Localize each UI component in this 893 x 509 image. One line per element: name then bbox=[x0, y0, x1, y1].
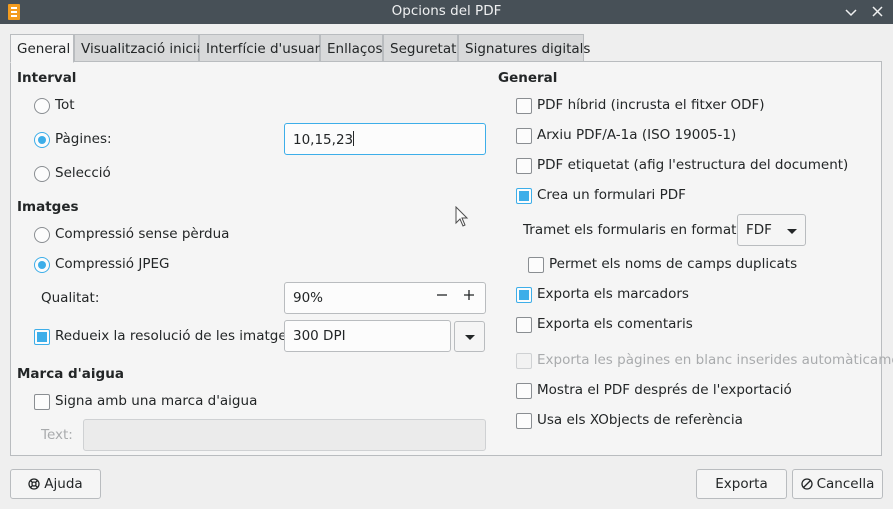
chevron-down-icon bbox=[465, 335, 475, 340]
pages-input[interactable]: 10,15,23 bbox=[284, 123, 486, 155]
tab-label: Signatures digitals bbox=[465, 41, 591, 57]
archive-pdfa-label: Arxiu PDF/A-1a (ISO 19005-1) bbox=[537, 127, 737, 143]
increase-icon[interactable] bbox=[462, 288, 476, 302]
duplicate-fields-checkbox[interactable] bbox=[528, 257, 544, 273]
quality-value: 90% bbox=[293, 290, 324, 306]
dpi-dropdown-button[interactable] bbox=[454, 321, 485, 352]
jpeg-label: Compressió JPEG bbox=[55, 256, 170, 272]
hybrid-pdf-checkbox[interactable] bbox=[516, 98, 532, 114]
reference-xobjects-label: Usa els XObjects de referència bbox=[537, 412, 743, 428]
help-button[interactable]: Ajuda bbox=[10, 469, 101, 499]
watermark-text-label: Text: bbox=[41, 427, 73, 443]
chevron-down-icon bbox=[787, 229, 797, 234]
selection-radio[interactable] bbox=[34, 166, 50, 182]
quality-spinbox[interactable]: 90% bbox=[284, 282, 486, 314]
help-lifebuoy-icon bbox=[28, 472, 40, 500]
tab-label: General bbox=[17, 41, 71, 57]
tab-label: Interfície d'usuari bbox=[206, 41, 324, 57]
tab-initial-view[interactable]: Visualització inicial bbox=[74, 34, 209, 62]
export-label: Exporta bbox=[715, 476, 768, 492]
view-after-export-checkbox[interactable] bbox=[516, 383, 532, 399]
lossless-radio[interactable] bbox=[34, 227, 50, 243]
export-blank-pages-label: Exporta les pàgines en blanc inserides a… bbox=[537, 352, 893, 368]
reduce-resolution-label: Redueix la resolució de les imatges bbox=[55, 328, 294, 344]
minimize-chevron-icon[interactable] bbox=[841, 2, 861, 22]
close-icon[interactable] bbox=[867, 2, 887, 22]
watermark-text-input[interactable] bbox=[83, 419, 486, 451]
tab-label: Enllaços bbox=[327, 41, 383, 57]
tab-label: Visualització inicial bbox=[81, 41, 209, 57]
general-heading: General bbox=[498, 70, 558, 86]
mouse-pointer-icon bbox=[455, 205, 469, 228]
tab-general[interactable]: General bbox=[10, 34, 74, 63]
export-bookmarks-checkbox[interactable] bbox=[516, 287, 532, 303]
tagged-pdf-checkbox[interactable] bbox=[516, 158, 532, 174]
images-heading: Imatges bbox=[17, 199, 79, 215]
pages-label: Pàgines: bbox=[55, 131, 112, 147]
tab-security[interactable]: Seguretat bbox=[383, 34, 458, 62]
general-panel: Interval Tot Pàgines: 10,15,23 Selecció … bbox=[10, 61, 893, 456]
archive-pdfa-checkbox[interactable] bbox=[516, 128, 532, 144]
export-blank-pages-checkbox[interactable] bbox=[516, 353, 532, 369]
export-comments-label: Exporta els comentaris bbox=[537, 316, 693, 332]
window-title: Opcions del PDF bbox=[391, 3, 502, 19]
duplicate-fields-label: Permet els noms de camps duplicats bbox=[549, 256, 798, 272]
tab-user-interface[interactable]: Interfície d'usuari bbox=[199, 34, 324, 62]
submit-format-value: FDF bbox=[746, 222, 772, 238]
watermark-heading: Marca d'aigua bbox=[17, 366, 124, 382]
selection-label: Selecció bbox=[55, 165, 111, 181]
decrease-icon[interactable] bbox=[435, 288, 449, 302]
all-label: Tot bbox=[55, 97, 75, 113]
quality-label: Qualitat: bbox=[41, 290, 100, 306]
watermark-checkbox[interactable] bbox=[34, 394, 50, 410]
watermark-label: Signa amb una marca d'aigua bbox=[55, 393, 258, 409]
lossless-label: Compressió sense pèrdua bbox=[55, 226, 230, 242]
tab-label: Seguretat bbox=[390, 41, 457, 57]
create-form-checkbox[interactable] bbox=[516, 188, 532, 204]
tab-links[interactable]: Enllaços bbox=[320, 34, 383, 62]
cancel-icon bbox=[800, 472, 813, 500]
reference-xobjects-checkbox[interactable] bbox=[516, 413, 532, 429]
cancel-button[interactable]: Cancella bbox=[792, 469, 883, 499]
dpi-value: 300 DPI bbox=[293, 328, 346, 344]
help-label: Ajuda bbox=[44, 476, 83, 492]
tab-digital-signatures[interactable]: Signatures digitals bbox=[458, 34, 590, 62]
export-bookmarks-label: Exporta els marcadors bbox=[537, 286, 689, 302]
cancel-label: Cancella bbox=[816, 476, 875, 492]
all-radio[interactable] bbox=[34, 98, 50, 114]
dpi-combo[interactable]: 300 DPI bbox=[284, 320, 451, 352]
range-heading: Interval bbox=[17, 70, 77, 86]
title-bar: Opcions del PDF bbox=[0, 0, 893, 24]
tagged-pdf-label: PDF etiquetat (afig l'estructura del doc… bbox=[537, 157, 849, 173]
create-form-label: Crea un formulari PDF bbox=[537, 187, 686, 203]
view-after-export-label: Mostra el PDF després de l'exportació bbox=[537, 382, 792, 398]
jpeg-radio[interactable] bbox=[34, 257, 50, 273]
export-comments-checkbox[interactable] bbox=[516, 317, 532, 333]
reduce-resolution-checkbox[interactable] bbox=[34, 329, 50, 345]
export-button[interactable]: Exporta bbox=[696, 469, 787, 499]
hybrid-pdf-label: PDF híbrid (incrusta el fitxer ODF) bbox=[537, 97, 765, 113]
submit-format-combo[interactable]: FDF bbox=[737, 214, 806, 246]
pages-input-value: 10,15,23 bbox=[293, 132, 354, 148]
submit-format-label: Tramet els formularis en format: bbox=[523, 222, 741, 238]
pages-radio[interactable] bbox=[34, 132, 50, 148]
